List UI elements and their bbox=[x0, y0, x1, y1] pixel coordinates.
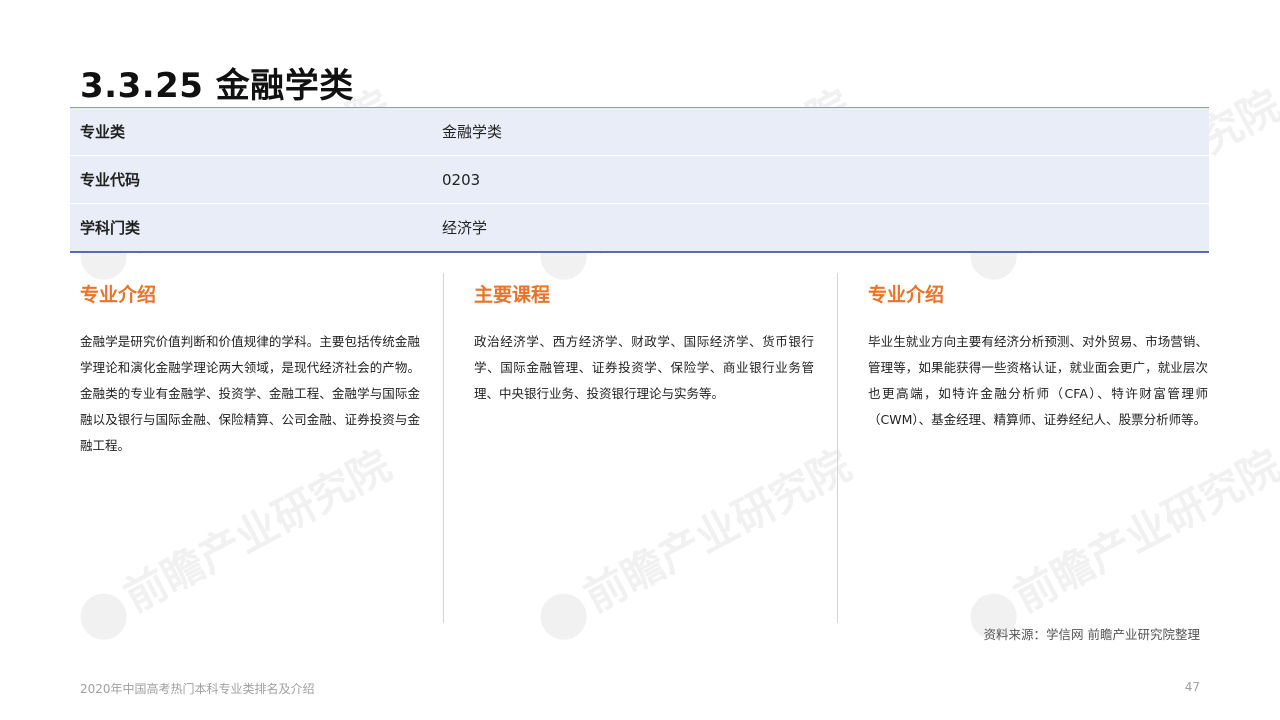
column-introduction: 专业介绍 金融学是研究价值判断和价值规律的学科。主要包括传统金融学理论和演化金融… bbox=[80, 280, 420, 459]
table-row: 专业代码 0203 bbox=[70, 156, 1209, 204]
section-heading: 专业介绍 bbox=[80, 284, 157, 306]
section-text: 毕业生就业方向主要有经济分析预测、对外贸易、市场营销、管理等，如果能获得一些资格… bbox=[868, 334, 1208, 427]
page-number: 47 bbox=[1184, 680, 1200, 694]
table-row: 专业类 金融学类 bbox=[70, 108, 1209, 156]
section-text: 金融学是研究价值判断和价值规律的学科。主要包括传统金融学理论和演化金融学理论两大… bbox=[80, 334, 420, 453]
row-label: 学科门类 bbox=[80, 219, 141, 237]
column-divider bbox=[837, 273, 838, 623]
section-heading: 专业介绍 bbox=[868, 284, 945, 306]
watermark: 前瞻产业研究院 bbox=[956, 432, 1280, 648]
row-value: 经济学 bbox=[442, 219, 488, 237]
source-note: 资料来源：学信网 前瞻产业研究院整理 bbox=[983, 627, 1200, 642]
column-careers: 专业介绍 毕业生就业方向主要有经济分析预测、对外贸易、市场营销、管理等，如果能获… bbox=[868, 280, 1208, 433]
footer-title: 2020年中国高考热门本科专业类排名及介绍 bbox=[80, 682, 315, 696]
table-row: 学科门类 经济学 bbox=[70, 204, 1209, 251]
info-table: 专业类 金融学类 专业代码 0203 学科门类 经济学 bbox=[70, 107, 1209, 253]
watermark-logo-icon bbox=[72, 585, 135, 648]
section-heading: 主要课程 bbox=[474, 284, 551, 306]
row-value: 金融学类 bbox=[442, 123, 503, 141]
column-divider bbox=[443, 273, 444, 623]
row-label: 专业类 bbox=[80, 123, 126, 141]
watermark: 前瞻产业研究院 bbox=[526, 432, 860, 648]
row-value: 0203 bbox=[442, 170, 481, 189]
watermark: 前瞻产业研究院 bbox=[66, 432, 400, 648]
watermark-logo-icon bbox=[532, 585, 595, 648]
page-title: 3.3.25 金融学类 bbox=[80, 66, 354, 106]
row-label: 专业代码 bbox=[80, 171, 141, 189]
column-courses: 主要课程 政治经济学、西方经济学、财政学、国际经济学、货币银行学、国际金融管理、… bbox=[474, 280, 814, 407]
section-text: 政治经济学、西方经济学、财政学、国际经济学、货币银行学、国际金融管理、证券投资学… bbox=[474, 334, 814, 401]
